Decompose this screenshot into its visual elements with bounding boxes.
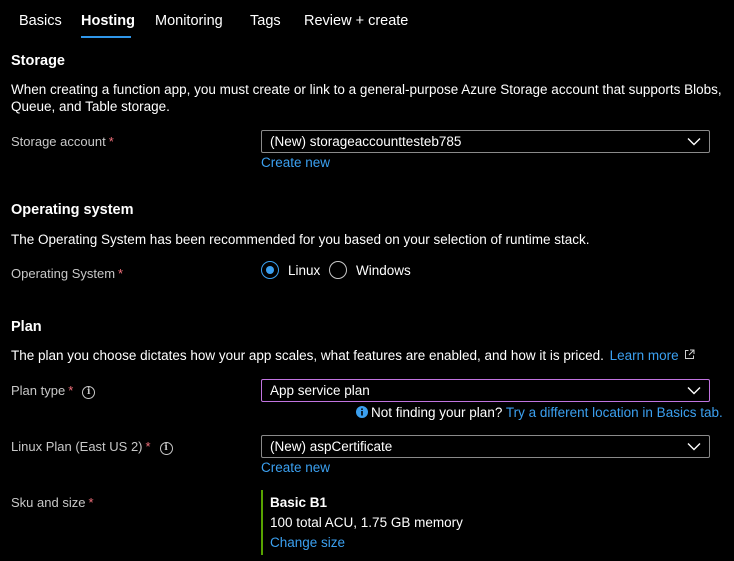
plan-type-label: Plan type * i <box>11 383 96 399</box>
linux-plan-create-new-link[interactable]: Create new <box>261 460 330 475</box>
linux-plan-value: (New) aspCertificate <box>270 439 393 454</box>
os-label: Operating System * <box>11 266 124 281</box>
plan-hint-row: Not finding your plan? Try a different l… <box>356 405 723 420</box>
info-icon[interactable]: i <box>82 386 96 399</box>
info-filled-icon <box>356 406 368 418</box>
storage-account-label: Storage account * <box>11 134 114 149</box>
external-link-icon <box>685 349 695 359</box>
os-description: The Operating System has been recommende… <box>11 232 590 247</box>
storage-create-new-link[interactable]: Create new <box>261 155 330 170</box>
linux-label[interactable]: Linux <box>288 263 320 278</box>
tab-review-create[interactable]: Review + create <box>304 13 408 29</box>
storage-heading: Storage <box>11 53 65 69</box>
os-heading: Operating system <box>11 202 134 218</box>
learn-more-link[interactable]: Learn more <box>610 348 696 363</box>
required-marker: * <box>68 383 74 398</box>
linux-plan-label: Linux Plan (East US 2) * i <box>11 439 173 455</box>
plan-heading: Plan <box>11 319 42 335</box>
tab-basics[interactable]: Basics <box>19 13 62 29</box>
sku-size-label: Sku and size * <box>11 495 94 510</box>
chevron-down-icon <box>687 443 701 451</box>
windows-radio[interactable] <box>329 261 347 279</box>
linux-radio[interactable] <box>261 261 279 279</box>
windows-label[interactable]: Windows <box>356 263 411 278</box>
storage-account-dropdown[interactable]: (New) storageaccounttesteb785 <box>261 130 710 153</box>
tab-monitoring[interactable]: Monitoring <box>155 13 223 29</box>
required-marker: * <box>145 439 151 454</box>
sku-accent-bar <box>261 490 263 555</box>
change-size-link[interactable]: Change size <box>270 535 345 550</box>
required-marker: * <box>88 495 94 510</box>
chevron-down-icon <box>687 387 701 395</box>
storage-account-value: (New) storageaccounttesteb785 <box>270 134 462 149</box>
storage-description: When creating a function app, you must c… <box>11 82 722 114</box>
required-marker: * <box>118 266 124 281</box>
plan-description: The plan you choose dictates how your ap… <box>11 348 604 363</box>
sku-name: Basic B1 <box>270 495 328 510</box>
tab-hosting[interactable]: Hosting <box>81 13 135 29</box>
tab-tags[interactable]: Tags <box>250 13 281 29</box>
required-marker: * <box>108 134 114 149</box>
chevron-down-icon <box>687 138 701 146</box>
sku-detail: 100 total ACU, 1.75 GB memory <box>270 515 463 530</box>
active-tab-indicator <box>81 36 131 38</box>
try-different-location-link[interactable]: Try a different location in Basics tab. <box>506 405 723 420</box>
plan-description-row: The plan you choose dictates how your ap… <box>11 348 695 363</box>
not-finding-plan-text: Not finding your plan? <box>371 405 503 420</box>
linux-plan-dropdown[interactable]: (New) aspCertificate <box>261 435 710 458</box>
plan-type-dropdown[interactable]: App service plan <box>261 379 710 402</box>
info-icon[interactable]: i <box>159 442 173 455</box>
radio-selected-dot <box>266 266 274 274</box>
plan-type-value: App service plan <box>270 383 370 398</box>
